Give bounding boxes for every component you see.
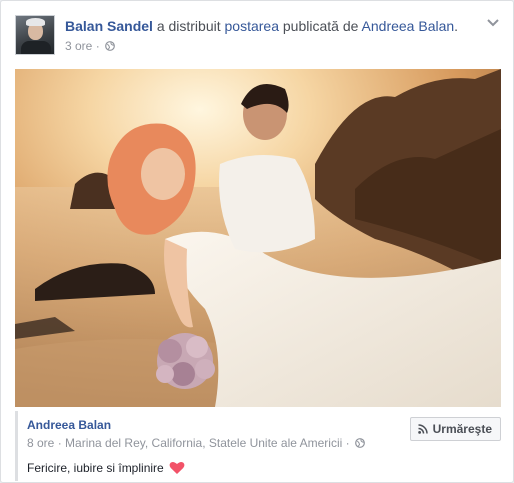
shared-time-link[interactable]: 8 ore (27, 436, 54, 450)
post-caption: Fericire, iubire si împlinire (27, 461, 185, 475)
chevron-down-icon[interactable] (485, 17, 501, 29)
follow-label: Urmăreşte (432, 422, 492, 436)
globe-icon[interactable] (105, 41, 115, 51)
post-photo[interactable] (15, 69, 501, 407)
heart-icon (169, 461, 185, 474)
shared-meta: 8 ore · Marina del Rey, California, Stat… (27, 436, 365, 450)
rss-icon (417, 424, 428, 434)
post-link[interactable]: postarea (225, 18, 279, 34)
meta-separator: · (95, 39, 100, 53)
share-headline: Balan Sandel a distribuit postarea publi… (65, 18, 458, 34)
post-time-link[interactable]: 3 ore (65, 39, 92, 53)
post-header: Balan Sandel a distribuit postarea publi… (15, 15, 499, 59)
shared-separator-2: · (345, 436, 350, 450)
caption-text: Fericire, iubire si împlinire (27, 461, 164, 475)
attachment-divider (15, 411, 18, 481)
shared-author-link[interactable]: Andreea Balan (27, 418, 111, 432)
shared-separator: · (57, 436, 62, 450)
follow-button[interactable]: Urmăreşte (409, 417, 501, 441)
globe-icon[interactable] (355, 438, 365, 448)
wedding-photo-image (15, 69, 501, 407)
avatar[interactable] (15, 15, 55, 55)
post-card: Balan Sandel a distribuit postarea publi… (0, 0, 514, 483)
end-punct: . (454, 18, 459, 34)
shared-attachment: Andreea Balan 8 ore · Marina del Rey, Ca… (15, 411, 501, 481)
original-author-link[interactable]: Andreea Balan (362, 18, 455, 34)
post-meta: 3 ore · (65, 39, 115, 53)
middle-text: publicată de (282, 18, 359, 34)
sharer-name-link[interactable]: Balan Sandel (65, 18, 153, 34)
action-text: a distribuit (156, 18, 221, 34)
location-link[interactable]: Marina del Rey, California, Statele Unit… (65, 436, 342, 450)
